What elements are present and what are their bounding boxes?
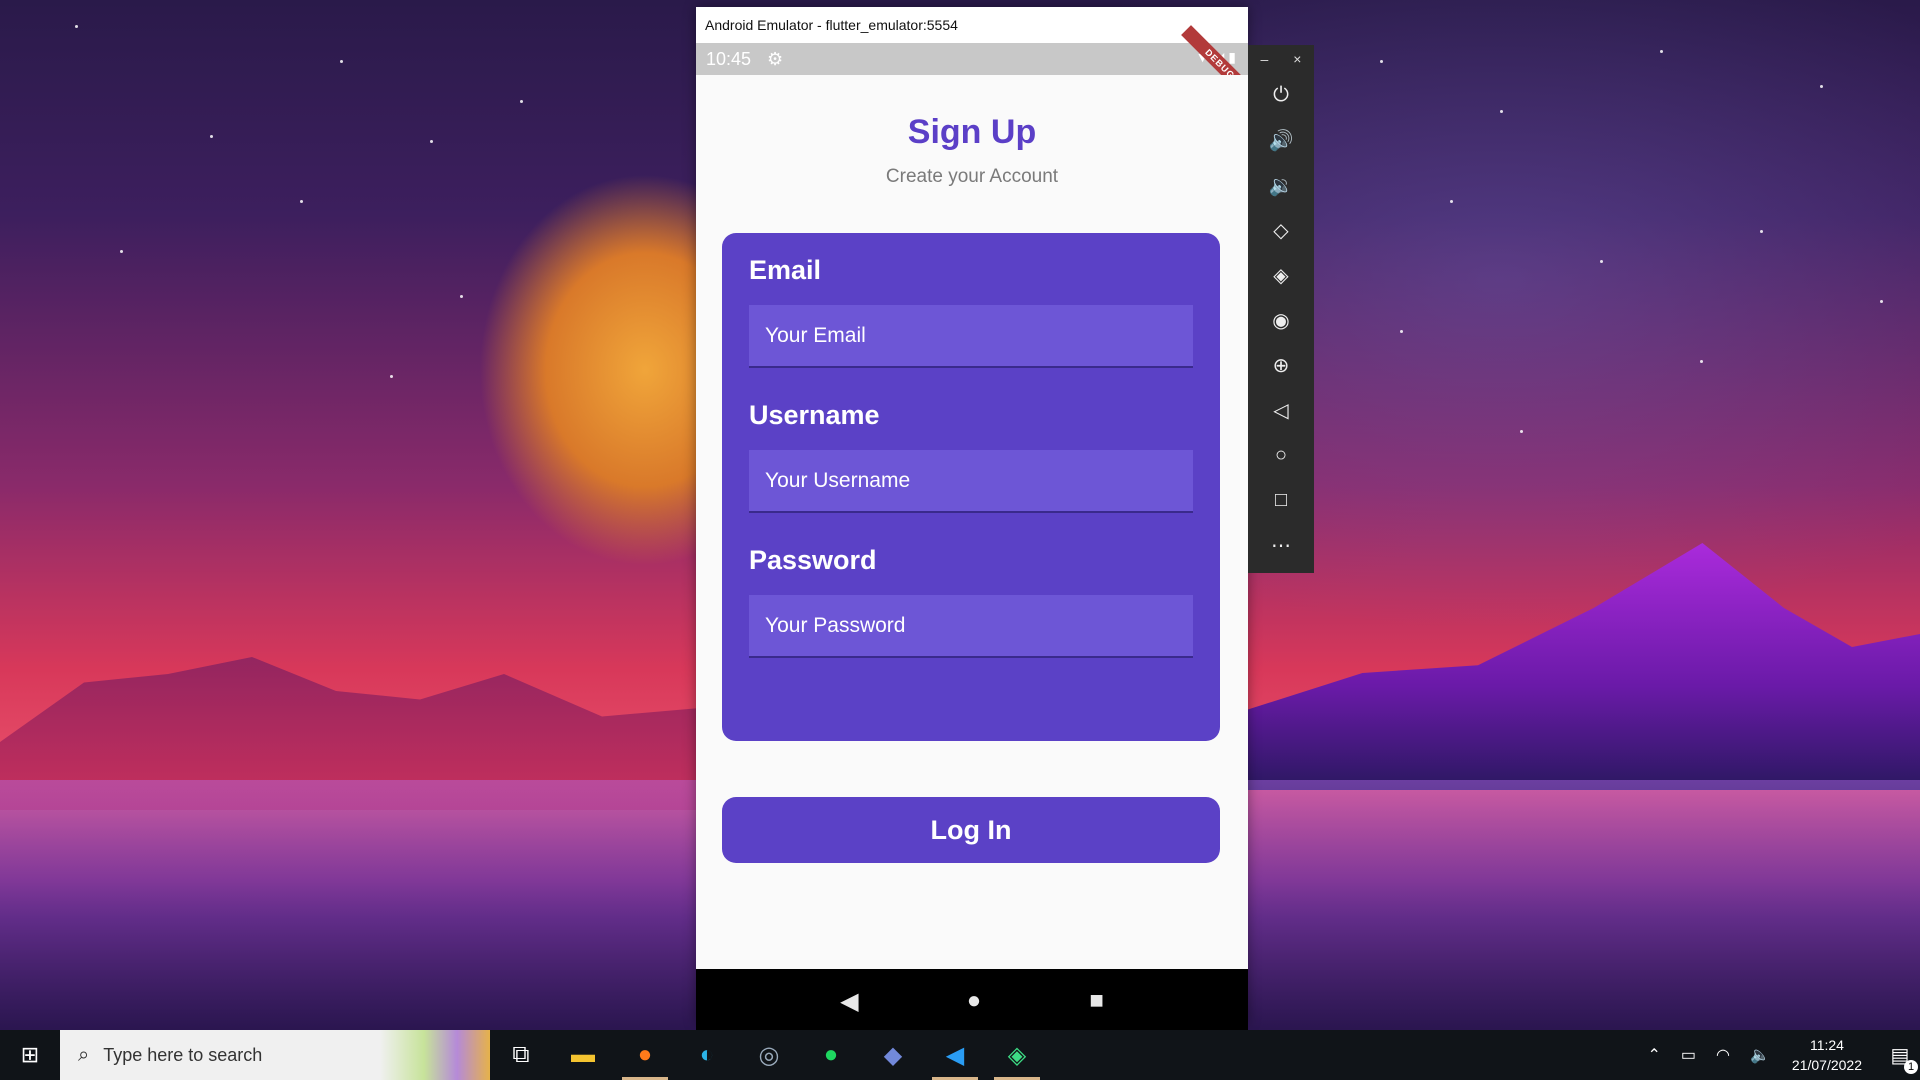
settings-gear-icon: ⚙ xyxy=(767,48,784,69)
home-icon[interactable]: ○ xyxy=(1248,433,1314,478)
background-mountain-right xyxy=(1240,543,1920,790)
nav-back-icon[interactable]: ◀ xyxy=(840,987,858,1016)
chevron-up-icon[interactable]: ⌃ xyxy=(1648,1045,1661,1065)
volume-up-icon[interactable]: 🔊 xyxy=(1248,118,1314,163)
file-explorer-icon[interactable]: ▬ xyxy=(552,1030,614,1080)
clock-time: 11:24 xyxy=(1809,1037,1844,1053)
nav-home-icon[interactable]: ● xyxy=(967,987,982,1015)
nav-recents-icon[interactable]: ■ xyxy=(1089,987,1104,1015)
android-nav-bar: ◀ ● ■ xyxy=(696,969,1248,1033)
signup-screen: Sign Up Create your Account Email Your E… xyxy=(696,75,1248,969)
search-highlight-art xyxy=(380,1030,490,1080)
power-icon[interactable]: ⏻ xyxy=(1248,73,1314,118)
page-title: Sign Up xyxy=(907,113,1037,151)
task-view-icon[interactable]: ⧉ xyxy=(490,1030,552,1080)
page-subtitle: Create your Account xyxy=(885,166,1059,187)
steam-icon[interactable]: ◎ xyxy=(738,1030,800,1080)
camera-icon[interactable]: ◉ xyxy=(1248,298,1314,343)
email-field[interactable]: Your Email xyxy=(749,305,1193,368)
back-icon[interactable]: ◁ xyxy=(1248,388,1314,433)
email-label: Email xyxy=(749,255,822,285)
rotate-left-icon[interactable]: ◇ xyxy=(1248,208,1314,253)
windows-start-icon[interactable]: ⊞ xyxy=(0,1030,60,1080)
password-field[interactable]: Your Password xyxy=(749,595,1193,658)
firefox-icon[interactable]: ● xyxy=(614,1030,676,1080)
wifi-tray-icon[interactable]: ◠ xyxy=(1716,1045,1730,1065)
status-time: 10:45 xyxy=(706,48,752,69)
password-label: Password xyxy=(749,545,877,575)
android-studio-icon[interactable]: ◈ xyxy=(986,1030,1048,1080)
username-field[interactable]: Your Username xyxy=(749,450,1193,513)
emulator-side-toolbar: – × ⏻ 🔊 🔉 ◇ ◈ ◉ ⊕ ◁ ○ □ ⋯ xyxy=(1248,45,1314,573)
vscode-icon[interactable]: ◀ xyxy=(924,1030,986,1080)
clock-date: 21/07/2022 xyxy=(1791,1057,1862,1073)
password-placeholder: Your Password xyxy=(765,613,906,637)
speaker-icon[interactable]: 🔈 xyxy=(1750,1045,1770,1065)
discord-icon[interactable]: ◆ xyxy=(862,1030,924,1080)
edge-icon[interactable]: ◐ xyxy=(676,1030,738,1080)
overview-icon[interactable]: □ xyxy=(1248,478,1314,523)
close-button[interactable]: × xyxy=(1293,51,1301,67)
minimize-button[interactable]: – xyxy=(1261,51,1269,67)
search-icon: ⌕ xyxy=(78,1043,90,1066)
login-button[interactable]: Log In xyxy=(722,797,1220,863)
emulator-window: Android Emulator - flutter_emulator:5554… xyxy=(696,7,1259,1033)
spotify-icon[interactable]: ● xyxy=(800,1030,862,1080)
signup-form-card: Email Your Email Username Your Username … xyxy=(722,233,1220,741)
search-input[interactable]: ⌕ Type here to search xyxy=(60,1030,490,1080)
username-placeholder: Your Username xyxy=(765,468,911,492)
emulator-title-bar[interactable]: Android Emulator - flutter_emulator:5554 xyxy=(696,7,1248,43)
windows-taskbar: ⊞ ⌕ Type here to search ⧉ ▬ ● ◐ ◎ ● ◆ ◀ … xyxy=(0,1030,1920,1080)
search-placeholder: Type here to search xyxy=(103,1044,263,1065)
username-label: Username xyxy=(749,400,880,430)
email-placeholder: Your Email xyxy=(765,323,866,347)
volume-down-icon[interactable]: 🔉 xyxy=(1248,163,1314,208)
zoom-icon[interactable]: ⊕ xyxy=(1248,343,1314,388)
system-tray: ⌃ ▭ ◠ 🔈 11:24 21/07/2022 ▤ 1 xyxy=(1638,1030,1920,1080)
battery-tray-icon[interactable]: ▭ xyxy=(1681,1045,1696,1065)
emulator-title: Android Emulator - flutter_emulator:5554 xyxy=(705,17,958,33)
rotate-right-icon[interactable]: ◈ xyxy=(1248,253,1314,298)
notification-icon[interactable]: ▤ 1 xyxy=(1880,1043,1920,1074)
more-icon[interactable]: ⋯ xyxy=(1248,523,1314,568)
taskbar-clock[interactable]: 11:24 21/07/2022 xyxy=(1792,1035,1862,1075)
notification-badge: 1 xyxy=(1904,1059,1918,1074)
android-status-bar: 10:45 ⚙ ▼ ◢ ▮ DEBUG xyxy=(696,25,1259,103)
